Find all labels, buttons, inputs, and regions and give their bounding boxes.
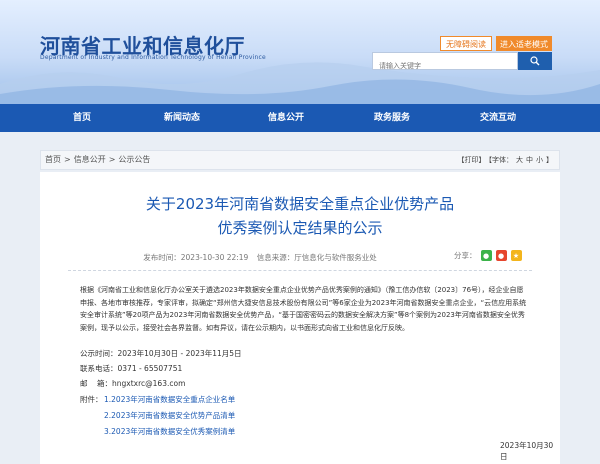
contact-phone: 联系电话：0371 - 65507751 [80, 364, 183, 373]
article-title-line2: 优秀案例认定结果的公示 [217, 219, 383, 237]
attachment-link-2[interactable]: 2.2023年河南省数据安全优势产品清单 [104, 410, 235, 421]
breadcrumb-separator: > [64, 155, 71, 164]
qzone-icon[interactable]: ★ [510, 250, 522, 261]
font-large-button[interactable]: 大 [516, 156, 523, 164]
main-nav: 首页 新闻动态 信息公开 政务服务 交流互动 [0, 104, 600, 132]
print-button[interactable]: 【打印】 [458, 156, 486, 164]
accessible-reading-button[interactable]: 无障碍阅读 [440, 36, 492, 51]
share-bar: 分享： ● ● ★ [454, 250, 522, 261]
article-meta: 发布时间：2023-10-30 22:19 信息来源：厅信息化与软件服务业处 [0, 252, 520, 263]
search-icon [530, 56, 540, 66]
font-size-end: 】 [546, 156, 553, 164]
article-body: 根据《河南省工业和信息化厅办公室关于遴选2023年数据安全重点企业优势产品优秀案… [80, 286, 527, 332]
attachments-label: 附件： [80, 395, 103, 404]
nav-news[interactable]: 新闻动态 [152, 104, 212, 132]
breadcrumb-separator: > [108, 155, 116, 164]
nav-home[interactable]: 首页 [52, 104, 112, 132]
contact-email: 邮 箱：hngxtxrc@163.com [80, 379, 186, 388]
meta-divider [68, 270, 532, 271]
nav-info-disclosure[interactable]: 信息公开 [256, 104, 316, 132]
attachment-link-3[interactable]: 3.2023年河南省数据安全优秀案例清单 [104, 426, 235, 437]
breadcrumb-info[interactable]: 信息公开 [74, 155, 106, 164]
breadcrumb: 首页 > 信息公开 > 公示公告 [45, 151, 153, 169]
search-button[interactable] [518, 52, 552, 70]
search-input[interactable] [373, 58, 517, 74]
breadcrumb-bar: 首页 > 信息公开 > 公示公告 【打印】 【字体：大中小】 [40, 150, 560, 170]
breadcrumb-notice[interactable]: 公示公告 [118, 155, 150, 164]
site-header: 河南省工业和信息化厅 Department of Industry and In… [0, 0, 600, 104]
nav-interaction[interactable]: 交流互动 [468, 104, 528, 132]
weibo-icon[interactable]: ● [495, 250, 507, 261]
article: 关于2023年河南省数据安全重点企业优势产品 优秀案例认定结果的公示 发布时间：… [40, 172, 560, 464]
nav-services[interactable]: 政务服务 [362, 104, 422, 132]
search-box [372, 52, 518, 74]
page-tools: 【打印】 【字体：大中小】 [455, 151, 554, 169]
font-size-label: 【字体： [488, 156, 514, 164]
attachment-link-1[interactable]: 1.2023年河南省数据安全重点企业名单 [104, 394, 235, 405]
publish-time: 发布时间：2023-10-30 22:19 [143, 253, 249, 262]
info-source: 信息来源：厅信息化与软件服务业处 [256, 253, 377, 262]
site-title-en: Department of Industry and Information T… [40, 54, 266, 61]
publicity-period: 公示时间：2023年10月30日 - 2023年11月5日 [80, 349, 242, 358]
share-label: 分享： [454, 251, 477, 260]
wechat-icon[interactable]: ● [480, 250, 492, 261]
font-small-button[interactable]: 小 [536, 156, 543, 164]
breadcrumb-home[interactable]: 首页 [45, 155, 61, 164]
elder-mode-button[interactable]: 进入适老模式 [496, 36, 552, 51]
article-date: 2023年10月30日 [500, 441, 554, 461]
font-medium-button[interactable]: 中 [526, 156, 533, 164]
article-title-line1: 关于2023年河南省数据安全重点企业优势产品 [145, 195, 455, 213]
